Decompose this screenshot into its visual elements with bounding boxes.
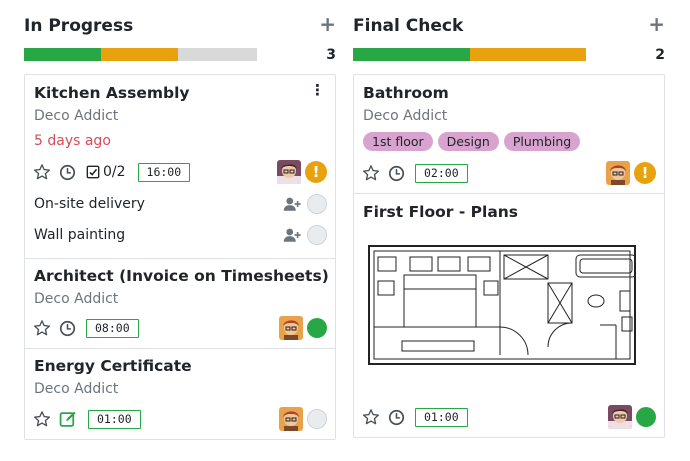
tag[interactable]: 1st floor xyxy=(363,132,433,151)
subtask-row[interactable]: Wall painting xyxy=(34,223,327,247)
star-icon[interactable] xyxy=(33,410,51,428)
status-circle-green[interactable] xyxy=(307,318,327,338)
assign-user-icon[interactable] xyxy=(283,227,301,243)
star-icon[interactable] xyxy=(33,319,51,337)
column-title[interactable]: In Progress xyxy=(24,16,133,36)
clock-icon[interactable] xyxy=(388,165,405,182)
assign-user-icon[interactable] xyxy=(283,196,301,212)
add-card-button[interactable]: + xyxy=(319,14,336,34)
avatar[interactable] xyxy=(279,316,303,340)
card-footer: 01:00 xyxy=(362,404,656,430)
card-first-floor-plans[interactable]: First Floor - Plans 01:00 xyxy=(354,194,664,437)
card-footer-right: ! xyxy=(606,160,656,186)
subtask-label: Wall painting xyxy=(34,227,126,243)
clock-icon[interactable] xyxy=(59,320,76,337)
column-final-check: Final Check + 2 Bathroom Deco Addict 1st… xyxy=(353,0,665,438)
avatar[interactable] xyxy=(606,161,630,185)
avatar[interactable] xyxy=(279,407,303,431)
card-footer-right xyxy=(279,315,327,341)
floor-plan-image[interactable] xyxy=(368,245,636,365)
checkbox-icon xyxy=(86,165,100,179)
card-menu-button[interactable]: ⋮ xyxy=(310,83,325,98)
time-badge: 16:00 xyxy=(137,162,191,182)
time-badge: 01:00 xyxy=(415,407,468,427)
tag[interactable]: Design xyxy=(437,132,499,151)
progress-bar[interactable] xyxy=(353,48,586,61)
card-title: Bathroom xyxy=(363,84,449,102)
subtask-row[interactable]: On-site delivery xyxy=(34,192,327,216)
subtask-label: On-site delivery xyxy=(34,196,145,212)
time-badge: 02:00 xyxy=(415,163,468,183)
card-title: First Floor - Plans xyxy=(363,203,519,221)
time-badge: 01:00 xyxy=(88,409,141,429)
subtask-actions xyxy=(283,194,327,214)
card-footer-right xyxy=(608,404,656,430)
column-title[interactable]: Final Check xyxy=(353,16,463,36)
card-kitchen-assembly[interactable]: Kitchen Assembly ⋮ Deco Addict 5 days ag… xyxy=(25,75,335,259)
card-customer: Deco Addict xyxy=(34,381,119,397)
column-in-progress: In Progress + 3 Kitchen Assembly ⋮ Deco … xyxy=(24,0,336,440)
avatar[interactable] xyxy=(277,160,301,184)
card-architect[interactable]: Architect (Invoice on Timesheets) Deco A… xyxy=(25,259,335,349)
checklist-value: 0/2 xyxy=(103,164,126,180)
star-icon[interactable] xyxy=(33,163,51,181)
card-footer-right: ! xyxy=(277,159,327,185)
star-icon[interactable] xyxy=(362,408,380,426)
progress-seg-green[interactable] xyxy=(353,48,470,61)
column-progress: 2 xyxy=(353,47,665,67)
column-header: In Progress + xyxy=(24,0,336,40)
status-circle-green[interactable] xyxy=(636,407,656,427)
card-footer: 08:00 xyxy=(33,315,327,341)
card-list: Kitchen Assembly ⋮ Deco Addict 5 days ag… xyxy=(24,74,336,440)
avatar[interactable] xyxy=(608,405,632,429)
card-title: Energy Certificate xyxy=(34,357,192,375)
card-footer-right xyxy=(279,406,327,432)
card-footer: 01:00 xyxy=(33,406,327,432)
progress-seg-green[interactable] xyxy=(24,48,101,61)
progress-seg-orange[interactable] xyxy=(100,48,178,61)
add-card-button[interactable]: + xyxy=(648,14,665,34)
tag-list: 1st floor Design Plumbing xyxy=(363,132,585,151)
card-bathroom[interactable]: Bathroom Deco Addict 1st floor Design Pl… xyxy=(354,75,664,194)
card-title: Kitchen Assembly xyxy=(34,84,190,102)
column-count: 2 xyxy=(655,47,665,63)
card-list: Bathroom Deco Addict 1st floor Design Pl… xyxy=(353,74,665,438)
clock-icon[interactable] xyxy=(59,164,76,181)
card-customer: Deco Addict xyxy=(34,108,119,124)
checklist-counter[interactable]: 0/2 xyxy=(86,164,126,180)
star-icon[interactable] xyxy=(362,164,380,182)
time-badge: 08:00 xyxy=(86,318,139,338)
clock-icon[interactable] xyxy=(388,409,405,426)
column-progress: 3 xyxy=(24,47,336,67)
card-energy-certificate[interactable]: Energy Certificate Deco Addict 01:00 xyxy=(25,349,335,439)
status-circle[interactable] xyxy=(307,225,327,245)
card-footer: 0/2 16:00 ! xyxy=(33,159,327,185)
tag[interactable]: Plumbing xyxy=(503,132,581,151)
progress-bar[interactable] xyxy=(24,48,257,61)
status-circle[interactable] xyxy=(307,194,327,214)
progress-seg-orange[interactable] xyxy=(469,48,586,61)
edit-icon[interactable] xyxy=(59,410,78,429)
priority-warning-icon[interactable]: ! xyxy=(634,162,656,184)
card-customer: Deco Addict xyxy=(363,108,448,124)
card-title: Architect (Invoice on Timesheets) xyxy=(34,267,329,285)
subtask-actions xyxy=(283,225,327,245)
card-footer: 02:00 ! xyxy=(362,160,656,186)
card-customer: Deco Addict xyxy=(34,291,119,307)
column-count: 3 xyxy=(326,47,336,63)
status-circle[interactable] xyxy=(307,409,327,429)
priority-warning-icon[interactable]: ! xyxy=(305,161,327,183)
column-header: Final Check + xyxy=(353,0,665,40)
card-deadline: 5 days ago xyxy=(34,133,111,149)
